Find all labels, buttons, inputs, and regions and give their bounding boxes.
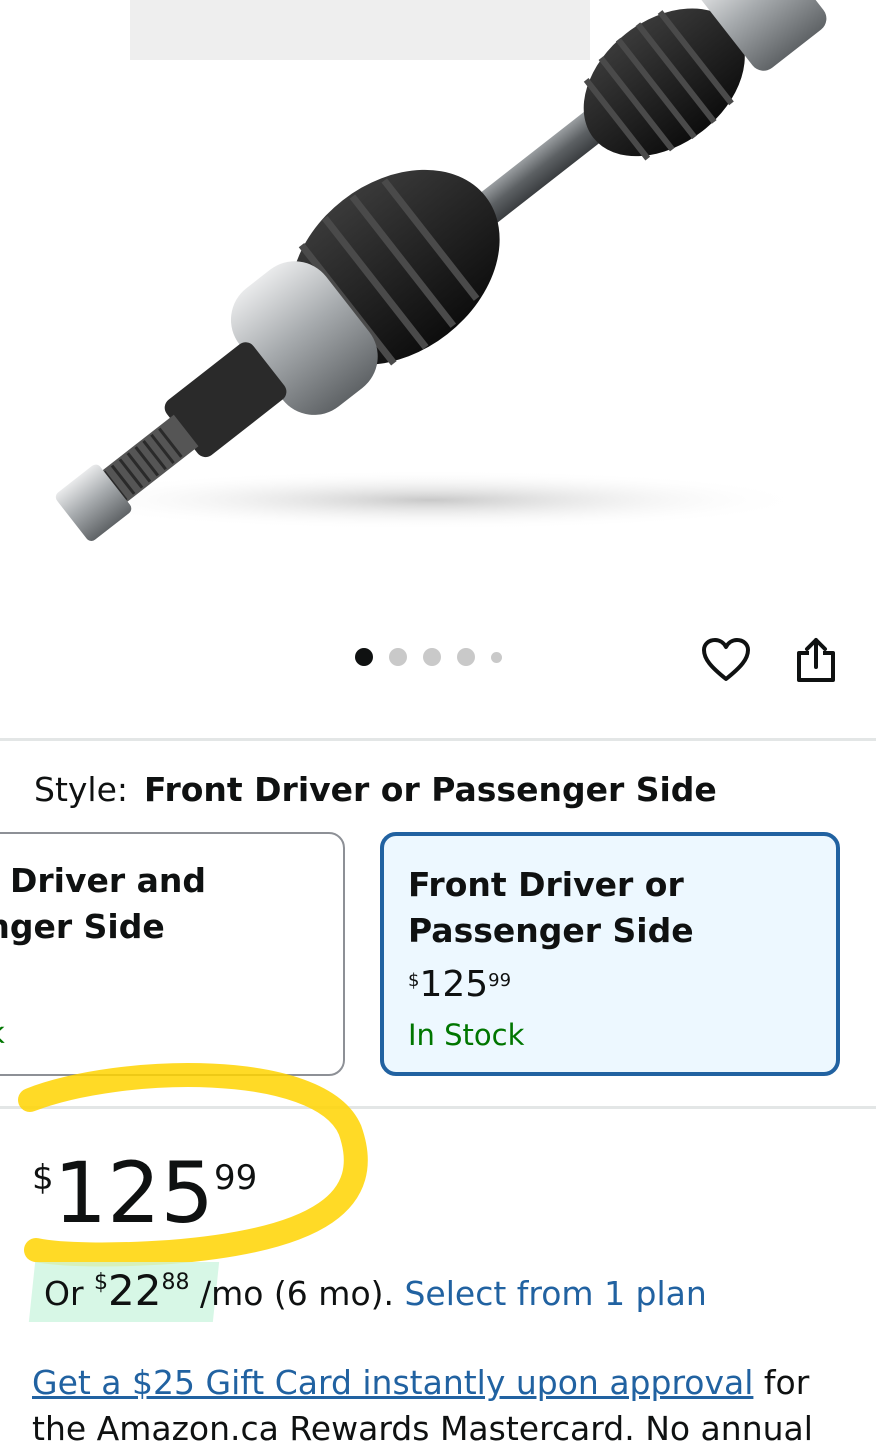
style-option-title-line1: Front Driver or <box>408 865 684 904</box>
style-option-title: Front Driver or Passenger Side <box>408 862 694 954</box>
financing-fraction: 88 <box>161 1270 190 1295</box>
style-option-title: Driver and enger Side <box>0 858 207 950</box>
style-option-title-line2: Passenger Side <box>408 911 694 950</box>
heart-icon <box>702 638 750 681</box>
wishlist-button[interactable] <box>698 632 754 688</box>
share-button[interactable] <box>788 632 844 688</box>
price-symbol: $ <box>408 970 420 991</box>
gift-card-link[interactable]: Get a $25 Gift Card instantly upon appro… <box>32 1363 753 1402</box>
price-fraction: 99 <box>488 970 512 991</box>
financing-symbol: $ <box>94 1270 109 1295</box>
financing-suffix: /mo (6 mo). <box>189 1274 405 1313</box>
carousel-dot-1[interactable] <box>355 648 373 666</box>
carousel-dot-5[interactable] <box>491 651 502 663</box>
financing-prefix: Or <box>44 1274 95 1313</box>
gift-card-promo: Get a $25 Gift Card instantly upon appro… <box>32 1360 852 1452</box>
image-carousel-dots[interactable] <box>355 648 502 666</box>
price-fraction: 99 <box>213 1158 258 1198</box>
price-whole: 125 <box>419 964 489 1005</box>
main-price: $12599 <box>32 1148 257 1238</box>
style-option-front-driver-or-passenger[interactable]: Front Driver or Passenger Side $12599 In… <box>380 832 840 1076</box>
financing-whole: 22 <box>108 1266 162 1315</box>
style-option-driver-and-passenger[interactable]: Driver and enger Side 99 ck <box>0 832 345 1076</box>
financing-line: Or $2288 /mo (6 mo). Select from 1 plan <box>44 1266 707 1315</box>
carousel-dot-3[interactable] <box>423 648 441 666</box>
style-option-price: $12599 <box>408 964 511 1005</box>
select-plan-link[interactable]: Select from 1 plan <box>404 1274 706 1313</box>
share-icon <box>797 638 835 682</box>
style-option-stock: ck <box>0 1016 5 1050</box>
style-option-stock: In Stock <box>408 1018 525 1052</box>
price-whole: 125 <box>53 1144 214 1242</box>
product-image[interactable] <box>0 0 876 620</box>
carousel-dot-4[interactable] <box>457 648 475 666</box>
section-divider <box>0 738 876 741</box>
style-selected-value: Front Driver or Passenger Side <box>144 770 717 809</box>
carousel-dot-2[interactable] <box>389 648 407 666</box>
style-option-title-line2: enger Side <box>0 907 165 946</box>
style-label: Style: Front Driver or Passenger Side <box>34 770 717 809</box>
style-label-text: Style: <box>34 770 129 809</box>
style-option-title-line1: Driver and <box>10 861 207 900</box>
price-symbol: $ <box>32 1158 54 1198</box>
